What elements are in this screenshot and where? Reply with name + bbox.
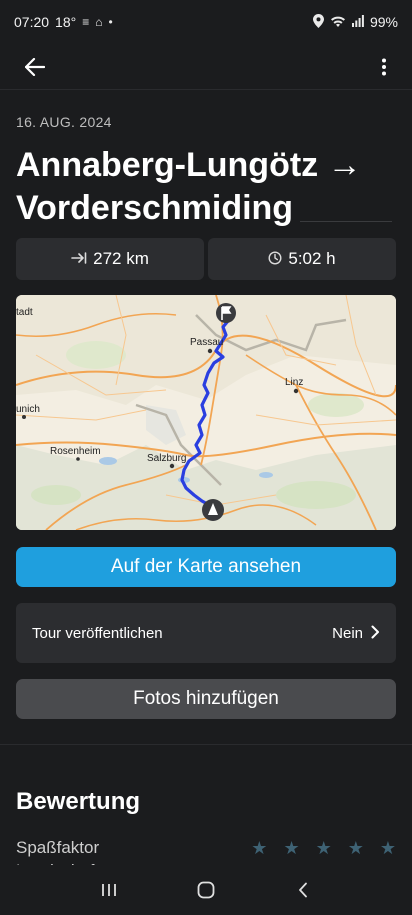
publish-label: Tour veröffentlichen (32, 624, 163, 642)
more-options-button[interactable] (374, 50, 394, 84)
destination-flag-icon (216, 303, 236, 323)
rating-fun-label: Spaßfaktor (16, 838, 100, 857)
back-button[interactable] (18, 50, 52, 84)
status-bar: 07:20 18° ≡ ⌂ • 99% (0, 0, 412, 44)
wifi-icon (330, 15, 346, 30)
add-photos-button[interactable]: Fotos hinzufügen (16, 679, 396, 719)
duration-value: 5:02 h (288, 249, 336, 268)
system-nav-bar (0, 865, 412, 915)
more-vertical-icon (382, 58, 386, 76)
tour-date: 16. AUG. 2024 (16, 114, 112, 130)
tour-title: Annaberg-Lungötz → Vorderschmiding (16, 146, 362, 227)
chevron-left-icon (299, 882, 308, 898)
rating-fun-stars: ★ ★ ★ ★ ★ (251, 838, 396, 859)
home-circle-icon (197, 881, 215, 899)
start-navigation-icon (202, 499, 224, 521)
route-map[interactable]: Passau Linz Salzburg Rosenheim unich tad… (16, 295, 396, 530)
status-right: 99% (312, 13, 398, 31)
clock-icon (268, 250, 282, 268)
distance-stat: 272 km (16, 238, 204, 280)
publish-value-group: Nein (332, 622, 380, 645)
dot-icon: • (108, 15, 113, 29)
home-icon: ⌂ (95, 15, 103, 29)
distance-value: 272 km (93, 249, 149, 268)
rating-title: Bewertung (16, 788, 141, 815)
rating-fun-row: Spaßfaktor ★ ★ ★ ★ ★ (16, 835, 396, 861)
home-button[interactable] (186, 870, 226, 910)
tour-stats: 272 km 5:02 h (16, 238, 396, 280)
map-label-linz: Linz (285, 377, 303, 388)
location-icon (312, 13, 324, 31)
view-on-map-button[interactable]: Auf der Karte ansehen (16, 547, 396, 587)
system-back-button[interactable] (283, 870, 323, 910)
notification-icon: ≡ (82, 15, 90, 29)
recent-apps-icon (101, 884, 116, 896)
status-time: 07:20 (14, 14, 50, 30)
distance-icon (71, 251, 87, 267)
map-label-passau: Passau (190, 337, 223, 348)
star-icon[interactable]: ★ (283, 838, 299, 859)
status-left: 07:20 18° ≡ ⌂ • (14, 14, 113, 30)
map-label-salzburg: Salzburg (147, 453, 186, 464)
duration-stat: 5:02 h (208, 238, 396, 280)
signal-icon (351, 14, 364, 30)
arrow-left-icon (25, 58, 45, 76)
star-icon[interactable]: ★ (251, 838, 267, 859)
chevron-right-icon (371, 622, 380, 645)
title-divider (300, 221, 392, 222)
app-bar (0, 44, 412, 90)
publish-tour-row[interactable]: Tour veröffentlichen Nein (16, 603, 396, 663)
map-label-munich: unich (16, 404, 40, 415)
recent-apps-button[interactable] (89, 870, 129, 910)
star-icon[interactable]: ★ (316, 838, 332, 859)
star-icon[interactable]: ★ (380, 838, 396, 859)
map-label-stadt: tadt (16, 307, 33, 318)
battery-level: 99% (369, 14, 398, 30)
star-icon[interactable]: ★ (348, 838, 364, 859)
publish-value: Nein (332, 624, 363, 642)
map-canvas: Passau Linz Salzburg Rosenheim unich tad… (16, 295, 396, 530)
map-label-rosenheim: Rosenheim (50, 446, 101, 457)
temperature: 18° (55, 14, 77, 30)
section-divider (0, 744, 412, 745)
